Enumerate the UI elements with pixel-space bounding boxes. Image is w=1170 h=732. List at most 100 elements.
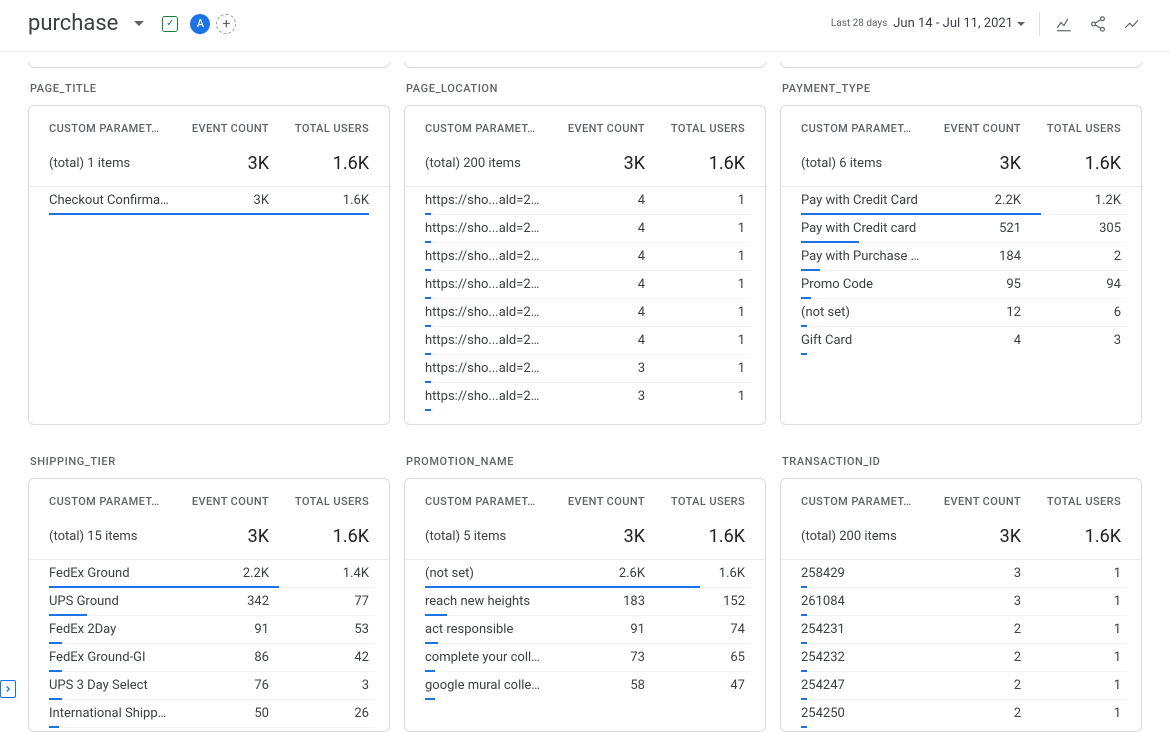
table-rows[interactable]: Pay with Credit Card2.2K1.2KPay with Cre… [781,187,1141,424]
row-event-count: 3 [545,389,645,404]
card-page_title: PAGE_TITLECUSTOM PARAMET…EVENT COUNTTOTA… [28,62,390,425]
row-label: https://sho...ald=256594 [425,333,545,348]
row-label: Promo Code [801,277,921,292]
table-row[interactable]: UPS Ground34277 [49,588,375,616]
event-name[interactable]: purchase [28,11,118,36]
col-custom-parameter[interactable]: CUSTOM PARAMET… [425,495,545,508]
row-label: 261084 [801,594,921,609]
row-total-users: 1 [645,389,745,404]
table-row[interactable]: 25423221 [801,644,1127,672]
col-event-count[interactable]: EVENT COUNT [545,122,645,135]
row-event-count: 95 [921,277,1021,292]
col-event-count[interactable]: EVENT COUNT [921,495,1021,508]
table-row[interactable]: https://sho...ald=26108431 [425,383,751,410]
row-label: act responsible [425,622,545,637]
row-label: Pay with Purchase Order [801,249,921,264]
table-row[interactable]: Promo Code9594 [801,271,1127,299]
row-total-users: 6 [1021,305,1121,320]
col-event-count[interactable]: EVENT COUNT [545,495,645,508]
total-items: (total) 5 items [425,529,545,544]
row-total-users: 1 [1021,678,1121,693]
table-row[interactable]: Gift Card43 [801,327,1127,354]
row-label: UPS Ground [49,594,169,609]
table-row[interactable]: https://sho...ald=25600241 [425,271,751,299]
col-total-users[interactable]: TOTAL USERS [269,495,369,508]
total-row: (total) 200 items3K1.6K [405,141,765,187]
table-row[interactable]: reach new heights183152 [425,588,751,616]
table-row[interactable]: FedEx Ground-GI8642 [49,644,375,672]
row-label: FedEx 2Day [49,622,169,637]
row-label: https://sho...ald=258429 [425,361,545,376]
row-total-users: 1 [645,305,745,320]
sparkline-bar [801,353,807,355]
add-user-button[interactable]: + [216,14,236,34]
table-rows[interactable]: 2584293126108431254231212542322125424721… [781,560,1141,731]
table-row[interactable]: FedEx Ground2.2K1.4K [49,560,375,588]
table-row[interactable]: https://sho...ald=25424241 [425,187,751,215]
table-row[interactable]: https://sho...ald=25628141 [425,299,751,327]
table-row[interactable]: https://sho...ald=25440841 [425,215,751,243]
avatar[interactable]: A [190,14,210,34]
table-row[interactable]: 25424721 [801,672,1127,700]
table-row[interactable]: (not set)126 [801,299,1127,327]
expand-panel-tab[interactable] [0,680,16,698]
col-total-users[interactable]: TOTAL USERS [1021,122,1121,135]
chevron-down-icon[interactable] [134,21,144,26]
table-row[interactable]: google mural collection5847 [425,672,751,699]
table-row[interactable]: act responsible9174 [425,616,751,644]
table-row[interactable]: Pay with Purchase Order1842 [801,243,1127,271]
col-event-count[interactable]: EVENT COUNT [169,495,269,508]
row-total-users: 1 [645,249,745,264]
table-row[interactable]: Checkout Confirmation3K1.6K [49,187,375,214]
row-event-count: 4 [545,333,645,348]
table-row[interactable]: 26108431 [801,588,1127,616]
table-row[interactable]: (not set)2.6K1.6K [425,560,751,588]
table-rows[interactable]: FedEx Ground2.2K1.4KUPS Ground34277FedEx… [29,560,389,731]
sparkline-bar [425,409,431,411]
realtime-status-icon[interactable]: ✓ [162,16,178,32]
share-icon[interactable] [1088,14,1108,34]
table-row[interactable]: UPS 2nd Day Air305 [49,728,375,731]
insights-icon[interactable] [1054,14,1074,34]
table-row[interactable]: 25842931 [801,560,1127,588]
row-event-count: 342 [169,594,269,609]
total-event-count: 3K [169,153,269,174]
row-label: 254232 [801,650,921,665]
col-total-users[interactable]: TOTAL USERS [645,122,745,135]
col-total-users[interactable]: TOTAL USERS [645,495,745,508]
row-event-count: 2 [921,706,1021,721]
table-row[interactable]: https://sho...ald=25842931 [425,355,751,383]
col-total-users[interactable]: TOTAL USERS [1021,495,1121,508]
total-users: 1.6K [645,526,745,547]
table-row[interactable]: https://sho...ald=25466641 [425,243,751,271]
table-row[interactable]: https://sho...ald=25659441 [425,327,751,355]
col-event-count[interactable]: EVENT COUNT [921,122,1021,135]
table-row[interactable]: UPS 3 Day Select763 [49,672,375,700]
table-rows[interactable]: Checkout Confirmation3K1.6K [29,187,389,424]
table-row[interactable]: complete your collection7365 [425,644,751,672]
table-row[interactable]: International Shipping5026 [49,700,375,728]
col-custom-parameter[interactable]: CUSTOM PARAMET… [425,122,545,135]
col-total-users[interactable]: TOTAL USERS [269,122,369,135]
table-row[interactable]: FedEx 2Day9153 [49,616,375,644]
row-event-count: 73 [545,650,645,665]
row-event-count: 2 [921,678,1021,693]
table-rows[interactable]: https://sho...ald=25424241https://sho...… [405,187,765,424]
total-items: (total) 200 items [801,529,921,544]
col-custom-parameter[interactable]: CUSTOM PARAMET… [49,122,169,135]
col-event-count[interactable]: EVENT COUNT [169,122,269,135]
card-promotion_name: PROMOTION_NAMECUSTOM PARAMET…EVENT COUNT… [404,439,766,732]
table-row[interactable]: 25425021 [801,700,1127,727]
table-row[interactable]: Pay with Credit Card2.2K1.2K [801,187,1127,215]
total-items: (total) 6 items [801,156,921,171]
table-rows[interactable]: (not set)2.6K1.6Kreach new heights183152… [405,560,765,731]
card-shipping_tier: SHIPPING_TIERCUSTOM PARAMET…EVENT COUNTT… [28,439,390,732]
trend-icon[interactable] [1122,14,1142,34]
col-custom-parameter[interactable]: CUSTOM PARAMET… [801,122,921,135]
date-range-picker[interactable]: Jun 14 - Jul 11, 2021 [893,16,1025,31]
row-label: https://sho...ald=256002 [425,277,545,292]
table-row[interactable]: 25423121 [801,616,1127,644]
col-custom-parameter[interactable]: CUSTOM PARAMET… [801,495,921,508]
table-row[interactable]: Pay with Credit card521305 [801,215,1127,243]
col-custom-parameter[interactable]: CUSTOM PARAMET… [49,495,169,508]
